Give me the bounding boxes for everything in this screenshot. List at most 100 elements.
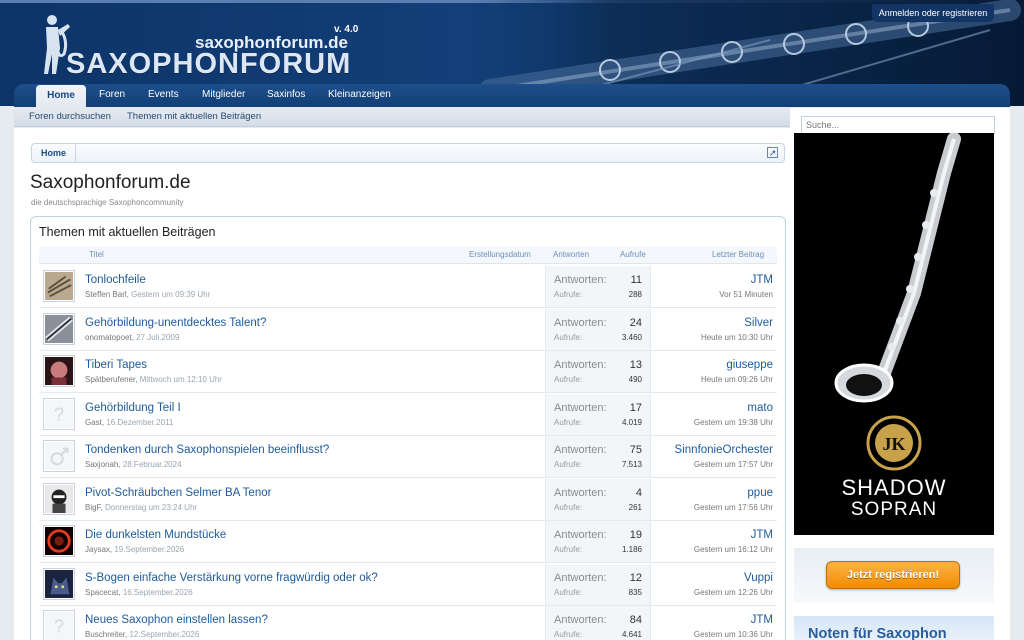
user-avatar[interactable]: [43, 312, 75, 345]
tab-foren[interactable]: Foren: [99, 84, 125, 108]
thread-author-link[interactable]: Steffen Barl: [85, 290, 127, 299]
user-avatar[interactable]: [43, 440, 75, 472]
last-post-time-link[interactable]: Heute um 09:26 Uhr: [701, 375, 773, 384]
search-input[interactable]: [801, 116, 995, 134]
avatar-image: [45, 272, 73, 300]
thread-author-link[interactable]: Spacecat: [85, 588, 118, 597]
last-post-user-link[interactable]: Silver: [744, 317, 773, 329]
thread-author-link[interactable]: Jaysax: [85, 545, 110, 554]
last-post-time-link[interactable]: Gestern um 16:12 Uhr: [694, 545, 773, 554]
register-button[interactable]: Jetzt registrieren!: [826, 561, 960, 589]
thread-created-date[interactable]: 12.September.2026: [129, 630, 199, 639]
thread-row[interactable]: Die dunkelsten Mundstücke Jaysax, 19.Sept…: [39, 521, 777, 563]
thread-author-link[interactable]: Buschreiter: [85, 630, 125, 639]
user-avatar[interactable]: [43, 525, 75, 557]
thread-title-link[interactable]: Gehörbildung Teil I: [85, 402, 181, 414]
thread-created-date[interactable]: 19.September.2026: [114, 545, 184, 554]
site-logo[interactable]: SAXOPHONFORUM: [66, 48, 351, 81]
tab-home[interactable]: Home: [36, 85, 86, 109]
advertisement-banner[interactable]: JK SHADOW SOPRAN: [794, 133, 994, 535]
sheet-music-banner[interactable]: Noten für Saxophon: [794, 616, 994, 640]
user-avatar[interactable]: ?: [43, 610, 75, 640]
user-avatar[interactable]: [43, 355, 75, 387]
column-created[interactable]: Erstellungsdatum: [469, 250, 531, 259]
last-post-time-link[interactable]: Gestern um 12:26 Uhr: [694, 588, 773, 597]
thread-title-link[interactable]: Die dunkelsten Mundstücke: [85, 529, 226, 541]
thread-meta: BigF, Donnerstag um 23:24 Uhr: [85, 502, 198, 512]
last-post-time-link[interactable]: Gestern um 10:36 Uhr: [694, 630, 773, 639]
thread-title-link[interactable]: S-Bogen einfache Verstärkung vorne fragw…: [85, 572, 378, 584]
replies-count: 19: [629, 529, 642, 541]
subnav-foren-durchsuchen[interactable]: Foren durchsuchen: [29, 107, 111, 126]
replies-count: 75: [629, 444, 642, 456]
last-post-time-link[interactable]: Heute um 10:30 Uhr: [701, 333, 773, 342]
thread-row[interactable]: Tiberi Tapes Spätberufener, Mittwoch um 1…: [39, 351, 777, 393]
avatar-image: [45, 484, 73, 513]
thread-created-date[interactable]: 16.Dezember.2011: [106, 418, 173, 427]
thread-created-date[interactable]: Mittwoch um 12:10 Uhr: [140, 375, 222, 384]
thread-row[interactable]: S-Bogen einfache Verstärkung vorne fragw…: [39, 563, 777, 606]
page-title: Saxophonforum.de: [30, 172, 191, 193]
thread-title-link[interactable]: Gehörbildung-unentdecktes Talent?: [85, 317, 266, 329]
user-avatar[interactable]: ?: [43, 397, 75, 430]
thread-created-date[interactable]: 27.Juli.2009: [136, 333, 179, 342]
thread-row[interactable]: ? Neues Saxophon einstellen lassen? Buschr…: [39, 606, 777, 640]
tab-saxinfos[interactable]: Saxinfos: [267, 84, 305, 108]
last-post-user-link[interactable]: Vuppi: [744, 572, 773, 584]
last-post-user-link[interactable]: JTM: [751, 529, 773, 541]
thread-title-link[interactable]: Tondenken durch Saxophonspielen beeinflu…: [85, 444, 329, 456]
thread-created-date[interactable]: Gestern um 09:39 Uhr: [131, 290, 210, 299]
thread-author-link[interactable]: Spätberufener: [85, 375, 135, 384]
last-post-user-link[interactable]: ppue: [747, 487, 773, 499]
column-last-post[interactable]: Letzter Beitrag: [712, 250, 764, 259]
thread-author-link[interactable]: onomatopoet: [85, 333, 132, 342]
thread-row[interactable]: Pivot-Schräubchen Selmer BA Tenor BigF, D…: [39, 478, 777, 521]
user-avatar[interactable]: [43, 482, 75, 515]
replies-label: Antworten:: [554, 401, 607, 414]
thread-created-date[interactable]: Donnerstag um 23:24 Uhr: [105, 503, 197, 512]
user-avatar[interactable]: [43, 567, 75, 600]
column-title[interactable]: Titel: [89, 250, 104, 259]
thread-author-link[interactable]: Gast: [85, 418, 102, 427]
views-count: 1.186: [621, 545, 642, 554]
thread-author-link[interactable]: Saxjonah: [85, 460, 118, 469]
tab-kleinanzeigen[interactable]: Kleinanzeigen: [328, 84, 391, 108]
thread-title-link[interactable]: Tiberi Tapes: [85, 359, 147, 371]
thread-title-link[interactable]: Pivot-Schräubchen Selmer BA Tenor: [85, 487, 271, 499]
login-register-link[interactable]: Anmelden oder registrieren: [872, 4, 994, 22]
last-post-user-link[interactable]: giuseppe: [726, 359, 773, 371]
thread-stats: Antworten: 12 Aufrufe: 835: [545, 563, 651, 605]
last-post-user-link[interactable]: JTM: [751, 274, 773, 286]
svg-text:?: ?: [54, 616, 64, 637]
last-post-user-link[interactable]: JTM: [751, 614, 773, 626]
views-label: Aufrufe:: [554, 545, 583, 554]
thread-author-link[interactable]: BigF: [85, 503, 101, 512]
thread-row[interactable]: Tonlochfeile Steffen Barl, Gestern um 09:…: [39, 266, 777, 308]
last-post-time-link[interactable]: Gestern um 17:57 Uhr: [694, 460, 773, 469]
thread-row[interactable]: Gehörbildung-unentdecktes Talent? onomato…: [39, 308, 777, 351]
thread-created-date[interactable]: 28.Februar.2024: [123, 460, 182, 469]
column-views[interactable]: Aufrufe: [620, 250, 646, 259]
last-post-time-link[interactable]: Vor 51 Minuten: [719, 290, 773, 299]
breadcrumb-home[interactable]: Home: [32, 144, 76, 162]
thread-title-link[interactable]: Tonlochfeile: [85, 274, 146, 286]
last-post-time-link[interactable]: Gestern um 17:56 Uhr: [694, 503, 773, 512]
thread-row[interactable]: Tondenken durch Saxophonspielen beeinflu…: [39, 436, 777, 478]
tab-mitglieder[interactable]: Mitglieder: [202, 84, 245, 108]
last-post-user-link[interactable]: mato: [747, 402, 773, 414]
last-post-time-link[interactable]: Gestern um 19:38 Uhr: [694, 418, 773, 427]
views-count: 3.460: [621, 332, 642, 342]
last-post-user-link[interactable]: SinnfonieOrchester: [675, 444, 773, 456]
subnav-aktuelle-themen[interactable]: Themen mit aktuellen Beiträgen: [127, 107, 261, 126]
thread-created-date[interactable]: 16.September.2026: [123, 588, 193, 597]
views-label: Aufrufe:: [554, 375, 583, 384]
thread-title-link[interactable]: Neues Saxophon einstellen lassen?: [85, 614, 268, 626]
jump-to-icon[interactable]: ↗: [767, 147, 778, 158]
tab-events[interactable]: Events: [148, 84, 179, 108]
views-label: Aufrufe:: [554, 290, 583, 299]
recent-threads-panel: Themen mit aktuellen Beiträgen Titel Ers…: [30, 216, 786, 640]
user-avatar[interactable]: [43, 270, 75, 302]
thread-meta: Gast, 16.Dezember.2011: [85, 417, 174, 427]
thread-row[interactable]: ? Gehörbildung Teil I Gast, 16.Dezember.20…: [39, 393, 777, 436]
column-replies[interactable]: Antworten: [553, 250, 589, 259]
